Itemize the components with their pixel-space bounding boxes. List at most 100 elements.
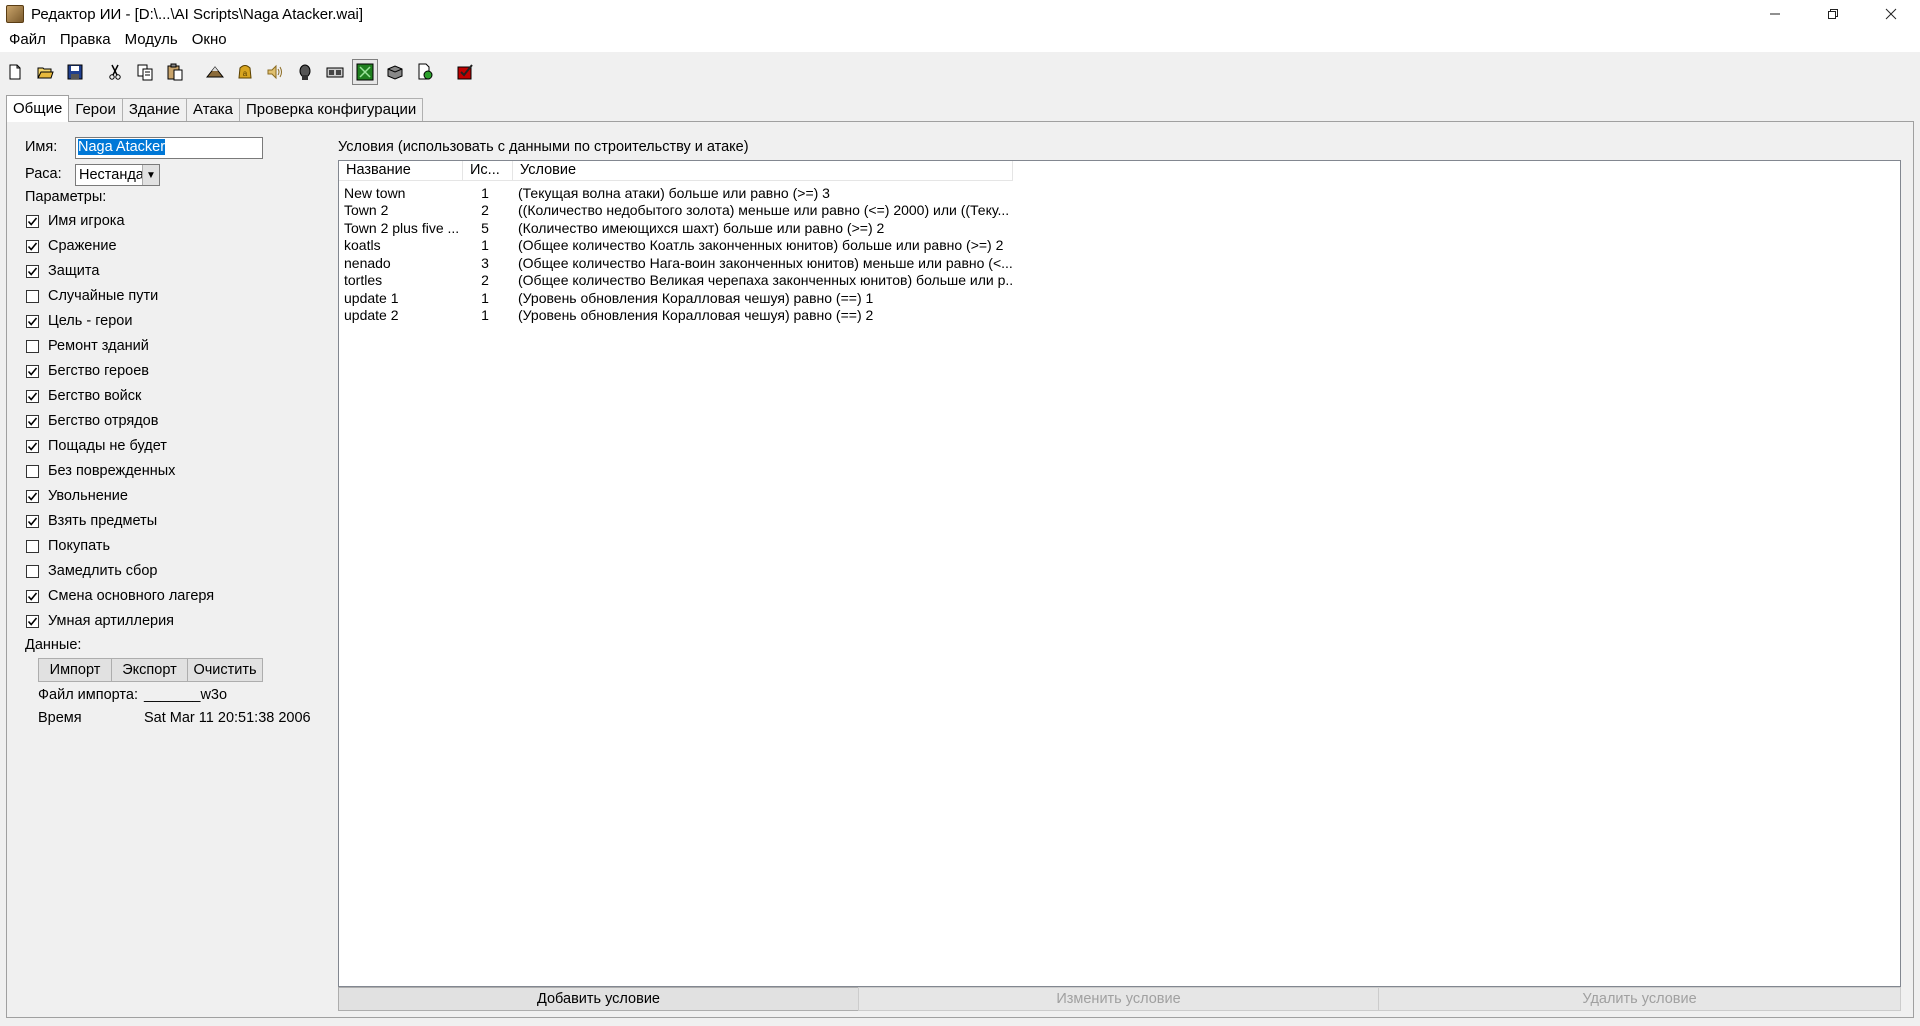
terrain-button[interactable] [202, 59, 228, 85]
table-row[interactable]: koatls 1 (Общее количество Коатль закончен… [339, 237, 1900, 255]
column-condition[interactable]: Условие [513, 161, 1013, 181]
checkbox-checked[interactable] [26, 314, 39, 328]
name-input[interactable]: Naga Atacker [75, 137, 263, 159]
book-button[interactable] [382, 59, 408, 85]
tab-building[interactable]: Здание [121, 98, 188, 122]
checkbox-checked[interactable] [26, 489, 39, 503]
edit-condition-button[interactable]: Изменить условие [858, 987, 1379, 1011]
import-button[interactable]: Импорт [38, 658, 112, 682]
checkbox-checked[interactable] [26, 614, 39, 628]
param-checkbox-row[interactable]: Сражение [26, 236, 117, 256]
tab-heroes[interactable]: Герои [68, 98, 123, 122]
tab-attack[interactable]: Атака [186, 98, 240, 122]
checkbox-checked[interactable] [26, 514, 39, 528]
column-count[interactable]: Ис... [463, 161, 513, 181]
test-button[interactable] [452, 59, 478, 85]
row-name: tortles [344, 272, 383, 289]
param-checkbox-row[interactable]: Взять предметы [26, 511, 157, 531]
checkbox-checked[interactable] [26, 439, 39, 453]
param-checkbox-row[interactable]: Пощады не будет [26, 436, 167, 456]
export-data-button[interactable]: Экспорт [111, 658, 188, 682]
param-checkbox-row[interactable]: Умная артиллерия [26, 611, 174, 631]
paste-button[interactable] [162, 59, 188, 85]
row-condition: (Общее количество Великая черепаха закон… [518, 272, 1013, 289]
checkbox-checked[interactable] [26, 264, 39, 278]
copy-button[interactable] [132, 59, 158, 85]
param-label: Без поврежденных [48, 463, 176, 479]
row-count: 3 [481, 254, 489, 271]
open-button[interactable] [32, 59, 58, 85]
menu-module[interactable]: Модуль [118, 28, 185, 52]
param-checkbox-row[interactable]: Цель - герои [26, 311, 132, 331]
model-button[interactable] [322, 59, 348, 85]
param-checkbox-row[interactable]: Без поврежденных [26, 461, 175, 481]
restore-button[interactable] [1804, 0, 1862, 28]
new-button[interactable] [2, 59, 28, 85]
param-checkbox-row[interactable]: Бегство войск [26, 386, 141, 406]
param-checkbox-row[interactable]: Смена основного лагеря [26, 586, 214, 606]
gold-button[interactable]: a [232, 59, 258, 85]
table-row[interactable]: update 2 1 (Уровень обновления Коралловая … [339, 307, 1900, 325]
table-row[interactable]: Town 2 2 ((Количество недобытого золота) м… [339, 202, 1900, 220]
sound-button[interactable] [262, 59, 288, 85]
checkbox-checked[interactable] [26, 414, 39, 428]
unit-button[interactable] [292, 59, 318, 85]
param-label: Взять предметы [48, 513, 158, 529]
checkmark-icon [27, 241, 38, 251]
checkbox-checked[interactable] [26, 239, 39, 253]
book-icon [387, 65, 403, 80]
tab-config-check[interactable]: Проверка конфигурации [239, 98, 424, 122]
checkbox-checked[interactable] [26, 364, 39, 378]
app-icon [6, 5, 24, 23]
param-checkbox-row[interactable]: Защита [26, 261, 99, 281]
table-row[interactable]: Town 2 plus five ... 5 (Количество имеющих… [339, 219, 1900, 237]
import-file-value: _______w3o [144, 687, 228, 703]
delete-condition-button[interactable]: Удалить условие [1378, 987, 1901, 1011]
param-checkbox-row[interactable]: Бегство отрядов [26, 411, 158, 431]
checkbox-unchecked[interactable] [26, 564, 39, 578]
param-checkbox-row[interactable]: Ремонт зданий [26, 336, 149, 356]
row-count: 5 [481, 219, 489, 236]
checkmark-icon [27, 491, 38, 501]
race-select[interactable]: Нестандартная ▼ [75, 164, 160, 186]
menu-edit[interactable]: Правка [53, 28, 118, 52]
checkbox-unchecked[interactable] [26, 339, 39, 353]
add-condition-button[interactable]: Добавить условие [338, 987, 859, 1011]
checkbox-checked[interactable] [26, 589, 39, 603]
table-row[interactable]: New town 1 (Текущая волна атаки) больше ил… [339, 184, 1900, 202]
column-name[interactable]: Название [339, 161, 463, 181]
param-checkbox-row[interactable]: Имя игрока [26, 211, 125, 231]
chevron-down-icon[interactable]: ▼ [142, 165, 159, 185]
restore-icon [1828, 9, 1838, 19]
save-button[interactable] [62, 59, 88, 85]
export-button[interactable] [412, 59, 438, 85]
clear-button[interactable]: Очистить [187, 658, 263, 682]
conditions-list[interactable]: Название Ис... Условие New town 1 (Текущая… [338, 160, 1901, 987]
model-icon [326, 67, 344, 78]
tab-general[interactable]: Общие [6, 95, 70, 122]
cut-button[interactable] [102, 59, 128, 85]
param-checkbox-row[interactable]: Бегство героев [26, 361, 149, 381]
window-title: Редактор ИИ - [D:\...\AI Scripts\Naga At… [31, 5, 364, 23]
menu-window[interactable]: Окно [185, 28, 234, 52]
close-button[interactable] [1862, 0, 1920, 28]
checkbox-unchecked[interactable] [26, 539, 39, 553]
export-icon [418, 63, 433, 80]
checkbox-checked[interactable] [26, 389, 39, 403]
checkbox-unchecked[interactable] [26, 289, 39, 303]
table-row[interactable]: update 1 1 (Уровень обновления Коралловая … [339, 289, 1900, 307]
checkmark-icon [27, 416, 38, 426]
param-checkbox-row[interactable]: Замедлить сбор [26, 561, 157, 581]
table-row[interactable]: nenado 3 (Общее количество Нага-воин закон… [339, 254, 1900, 272]
checkbox-checked[interactable] [26, 214, 39, 228]
minimize-button[interactable] [1746, 0, 1804, 28]
param-checkbox-row[interactable]: Увольнение [26, 486, 128, 506]
map-button[interactable] [352, 59, 378, 85]
checkbox-unchecked[interactable] [26, 464, 39, 478]
param-checkbox-row[interactable]: Случайные пути [26, 286, 158, 306]
row-condition: ((Количество недобытого золота) меньше и… [518, 202, 1010, 219]
param-checkbox-row[interactable]: Покупать [26, 536, 110, 556]
table-row[interactable]: tortles 2 (Общее количество Великая черепа… [339, 272, 1900, 290]
checkmark-icon [27, 216, 38, 226]
menu-file[interactable]: Файл [2, 28, 53, 52]
